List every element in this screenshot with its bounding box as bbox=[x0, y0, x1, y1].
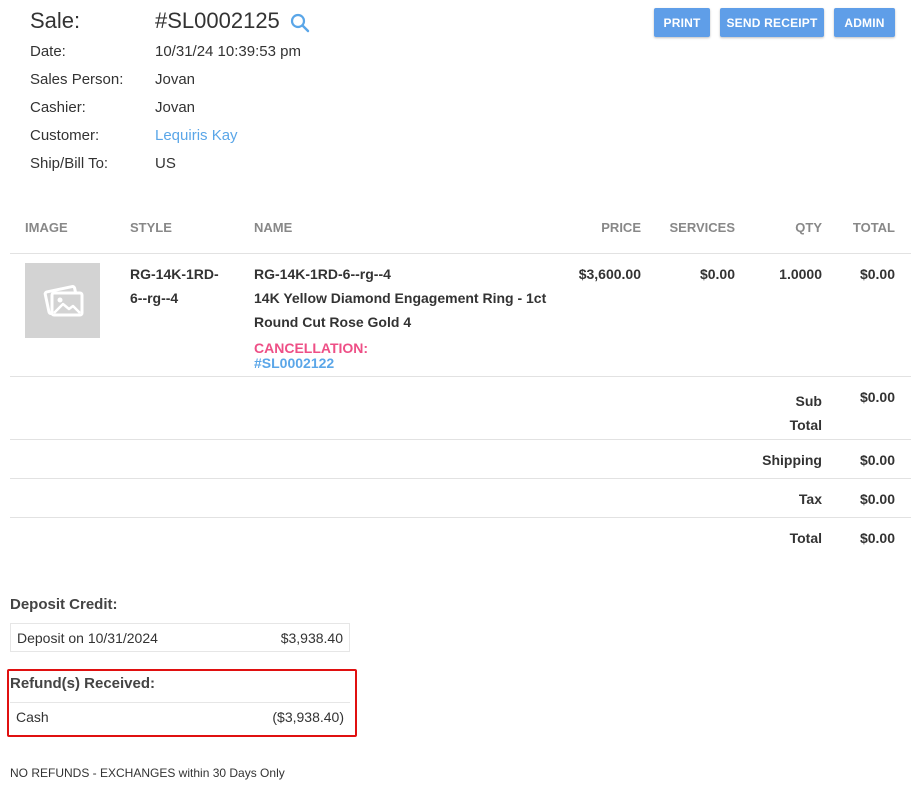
column-header-qty: QTY bbox=[795, 220, 822, 235]
column-header-services: SERVICES bbox=[669, 220, 735, 235]
customer-link[interactable]: Lequiris Kay bbox=[155, 127, 238, 144]
total-value: $0.00 bbox=[859, 266, 895, 282]
shipping-divider bbox=[10, 478, 911, 479]
refunds-received-title: Refund(s) Received: bbox=[10, 675, 156, 692]
deposit-entry: Deposit on 10/31/2024 $3,938.40 bbox=[10, 623, 350, 652]
style-line-1: RG-14K-1RD- bbox=[130, 266, 219, 282]
shipping-value: $0.00 bbox=[859, 452, 895, 468]
product-name-line-1: 14K Yellow Diamond Engagement Ring - 1ct bbox=[254, 290, 547, 306]
refund-policy-note: NO REFUNDS - EXCHANGES within 30 Days On… bbox=[10, 766, 285, 780]
services-value: $0.00 bbox=[699, 266, 735, 282]
subtotal-label-line-1: Sub bbox=[795, 393, 822, 409]
cancellation-label: CANCELLATION: bbox=[254, 340, 369, 356]
subtotal-label: Sub Total bbox=[790, 389, 822, 437]
table-row-name: RG-14K-1RD-6--rg--4 14K Yellow Diamond E… bbox=[254, 262, 554, 334]
column-header-price: PRICE bbox=[601, 220, 641, 235]
column-header-name: NAME bbox=[254, 220, 293, 235]
print-button[interactable]: PRINT bbox=[654, 8, 710, 37]
cashier-label: Cashier: bbox=[30, 99, 86, 116]
deposit-entry-amount: $3,938.40 bbox=[280, 629, 343, 646]
search-icon[interactable] bbox=[290, 13, 310, 33]
subtotal-value: $0.00 bbox=[859, 389, 895, 405]
sales-person-label: Sales Person: bbox=[30, 71, 124, 88]
sale-number: #SL0002125 bbox=[155, 8, 280, 33]
subtotal-divider bbox=[10, 439, 911, 440]
product-code: RG-14K-1RD-6--rg--4 bbox=[254, 266, 391, 282]
product-name-line-2: Round Cut Rose Gold 4 bbox=[254, 314, 412, 330]
shipping-label: Shipping bbox=[762, 452, 822, 468]
subtotal-label-line-2: Total bbox=[789, 417, 822, 433]
qty-value: 1.0000 bbox=[779, 266, 822, 282]
deposit-entry-label: Deposit on 10/31/2024 bbox=[17, 629, 158, 646]
sale-label: Sale: bbox=[30, 8, 81, 33]
cancellation-sale-link[interactable]: #SL0002122 bbox=[254, 355, 334, 371]
refund-entry: Cash ($3,938.40) bbox=[10, 702, 350, 731]
tax-divider bbox=[10, 517, 911, 518]
sales-person-value: Jovan bbox=[155, 71, 196, 88]
row-divider bbox=[10, 376, 911, 377]
table-row-style: RG-14K-1RD- 6--rg--4 bbox=[130, 262, 219, 310]
admin-button[interactable]: ADMIN bbox=[834, 8, 895, 37]
style-line-2: 6--rg--4 bbox=[130, 290, 179, 306]
column-header-total: TOTAL bbox=[852, 220, 895, 235]
grand-total-value: $0.00 bbox=[859, 530, 895, 546]
customer-label: Customer: bbox=[30, 127, 100, 144]
cashier-value: Jovan bbox=[155, 99, 196, 116]
tax-value: $0.00 bbox=[859, 491, 895, 507]
refund-entry-label: Cash bbox=[16, 709, 49, 725]
refund-entry-amount: ($3,938.40) bbox=[272, 709, 344, 725]
table-header-divider bbox=[10, 253, 911, 254]
image-placeholder-icon bbox=[43, 285, 84, 317]
tax-label: Tax bbox=[798, 491, 822, 507]
product-image bbox=[25, 263, 100, 338]
price-value: $3,600.00 bbox=[578, 266, 641, 282]
ship-bill-value: US bbox=[155, 155, 176, 172]
date-label: Date: bbox=[30, 43, 66, 60]
column-header-image: IMAGE bbox=[25, 220, 68, 235]
ship-bill-label: Ship/Bill To: bbox=[30, 155, 109, 172]
date-value: 10/31/24 10:39:53 pm bbox=[155, 43, 301, 60]
deposit-credit-title: Deposit Credit: bbox=[10, 596, 118, 613]
column-header-style: STYLE bbox=[130, 220, 172, 235]
send-receipt-button[interactable]: SEND RECEIPT bbox=[720, 8, 824, 37]
grand-total-label: Total bbox=[789, 530, 822, 546]
